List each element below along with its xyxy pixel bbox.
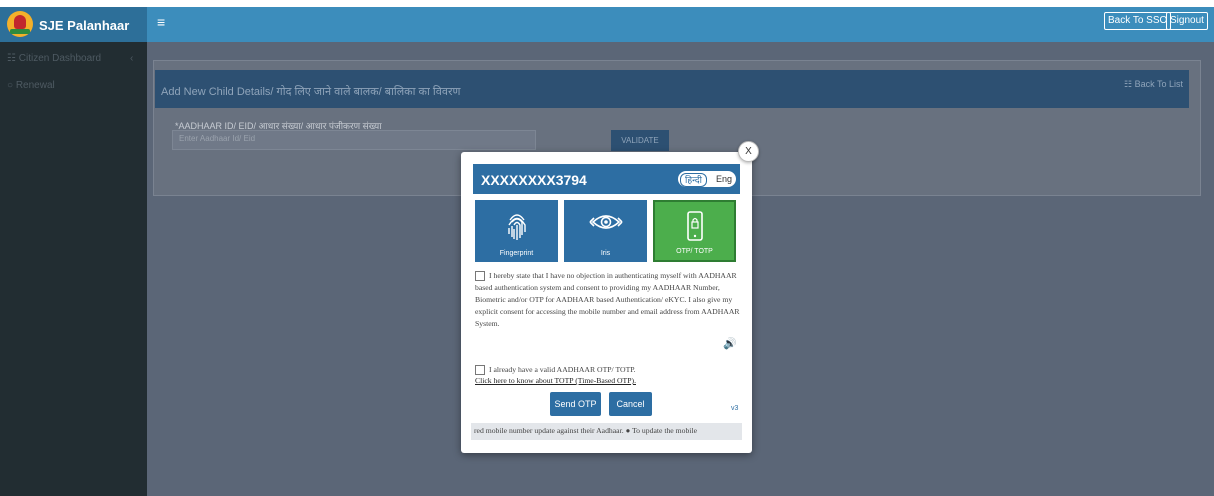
aadhaar-auth-modal: XXXXXXXX3794 हिन्दी Eng Fingerprint Iris — [461, 152, 752, 453]
lang-english-option[interactable]: Eng — [716, 174, 732, 184]
iris-option[interactable]: Iris — [564, 200, 647, 262]
mobile-lock-icon — [686, 211, 703, 241]
sidebar-item-label: Citizen Dashboard — [18, 53, 102, 64]
masked-aadhaar-number: XXXXXXXX3794 — [481, 172, 587, 188]
option-label: Iris — [600, 250, 611, 257]
circle-icon: ○ — [7, 80, 14, 91]
list-icon: ☷ — [1124, 79, 1133, 89]
signout-button[interactable]: Signout — [1166, 12, 1208, 30]
panel-header: Add New Child Details/ गोद लिए जाने वाले… — [155, 70, 1189, 108]
speaker-icon[interactable]: 🔊 — [723, 337, 737, 350]
have-otp-checkbox[interactable] — [475, 365, 485, 376]
consent-checkbox[interactable] — [475, 271, 485, 282]
notice-ticker: red mobile number update against their A… — [471, 423, 742, 440]
fingerprint-option[interactable]: Fingerprint — [475, 200, 558, 262]
chevron-left-icon[interactable]: ‹ — [130, 53, 133, 64]
back-to-sso-button[interactable]: Back To SSO — [1104, 12, 1172, 30]
version-label: v3 — [731, 405, 739, 412]
brand-name: SJE Palanhaar — [39, 18, 130, 33]
close-modal-button[interactable]: X — [738, 141, 759, 162]
validate-button[interactable]: VALIDATE — [611, 130, 669, 151]
sidebar-item-renewal[interactable]: ○ Renewal — [7, 80, 55, 91]
menu-toggle-icon[interactable]: ≡ — [157, 14, 165, 30]
send-otp-button[interactable]: Send OTP — [550, 392, 601, 416]
totp-info-link[interactable]: Click here to know about TOTP (Time-Base… — [475, 376, 636, 385]
sidebar-item-citizen-dashboard[interactable]: ☷ Citizen Dashboard — [7, 53, 101, 64]
cancel-button[interactable]: Cancel — [609, 392, 652, 416]
brand-area[interactable]: SJE Palanhaar — [0, 7, 147, 42]
list-icon: ☷ — [7, 53, 16, 64]
eye-icon — [588, 215, 623, 229]
otp-totp-option[interactable]: OTP/ TOTP — [653, 200, 736, 262]
consent-text: I hereby state that I have no objection … — [475, 271, 740, 328]
back-to-list-link[interactable]: ☷ Back To List — [1124, 79, 1183, 90]
option-label: Fingerprint — [499, 250, 534, 257]
masked-aadhaar-bar: XXXXXXXX3794 हिन्दी Eng — [473, 164, 740, 194]
ticker-text: red mobile number update against their A… — [474, 426, 697, 435]
have-otp-row: I already have a valid AADHAAR OTP/ TOTP… — [475, 365, 636, 376]
page-title: Add New Child Details/ गोद लिए जाने वाले… — [161, 86, 461, 98]
option-label: OTP/ TOTP — [676, 248, 713, 255]
sidebar-item-label: Renewal — [15, 80, 55, 91]
sidebar: ☷ Citizen Dashboard ‹ ○ Renewal — [0, 42, 147, 496]
aadhaar-input[interactable]: Enter Aadhaar Id/ Eid — [172, 130, 536, 150]
emblem-logo — [7, 11, 33, 37]
fingerprint-icon — [507, 214, 526, 240]
consent-text-block: I hereby state that I have no objection … — [475, 270, 740, 330]
top-navbar: SJE Palanhaar ≡ Back To SSO Signout — [0, 0, 1214, 42]
have-otp-label: I already have a valid AADHAAR OTP/ TOTP… — [489, 365, 636, 374]
language-toggle[interactable]: हिन्दी Eng — [678, 171, 736, 187]
top-strip — [0, 0, 1214, 7]
lang-hindi-option[interactable]: हिन्दी — [680, 173, 708, 187]
